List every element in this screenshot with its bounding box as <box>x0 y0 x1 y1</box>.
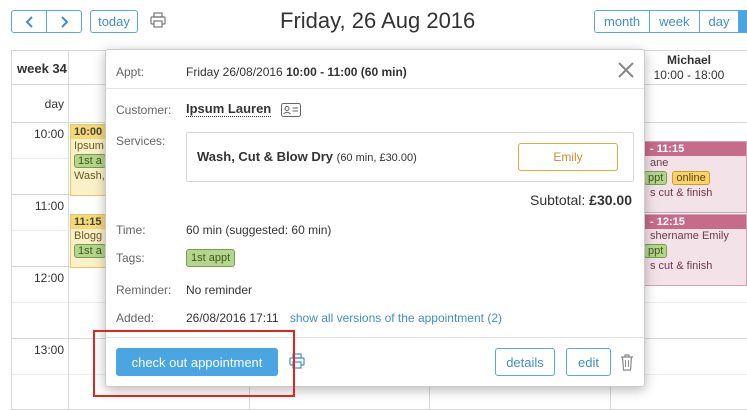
highlight-annotation <box>93 330 295 397</box>
time-label: 13:00 <box>33 343 64 357</box>
appointment-tag: 1st a <box>74 154 106 168</box>
service-meta: (60 min, £30.00) <box>336 152 417 164</box>
service-name-row: Wash, Cut & Blow Dry (60 min, £30.00) <box>197 149 417 164</box>
tags-value: 1st appt <box>186 249 236 267</box>
tag-badge: 1st appt <box>186 249 236 267</box>
today-button[interactable]: today <box>90 10 138 33</box>
date-nav-group <box>11 10 82 33</box>
view-week-button[interactable]: week <box>650 11 700 32</box>
appointment-tag: 1st a <box>74 244 106 258</box>
added-value: 26/08/2016 17:11 show all versions of th… <box>186 311 502 325</box>
subtotal-value: £30.00 <box>589 192 632 208</box>
show-versions-link[interactable]: show all versions of the appointment (2) <box>290 311 502 325</box>
time-label: 10:00 <box>33 127 64 141</box>
tags-label: Tags: <box>116 251 145 265</box>
reminder-label: Reminder: <box>116 283 172 297</box>
appt-date: Friday 26/08/2016 <box>186 65 283 79</box>
grid-line <box>68 50 69 410</box>
customer-value: Ipsum Lauren <box>186 101 301 117</box>
view-day-button[interactable]: day <box>699 11 740 32</box>
service-name: Wash, Cut & Blow Dry <box>197 149 334 164</box>
service-item: Wash, Cut & Blow Dry (60 min, £30.00) Em… <box>186 132 634 182</box>
view-side-by-side-button[interactable]: sid <box>739 11 747 32</box>
all-day-label: day <box>44 97 64 111</box>
subtotal-label: Subtotal: <box>530 192 586 208</box>
week-number: week 34 <box>17 61 67 76</box>
appointment-tag: ppt <box>644 244 668 258</box>
contact-card-icon[interactable] <box>280 102 301 117</box>
appointment-tag: ppt <box>644 171 668 185</box>
print-icon[interactable] <box>150 12 166 28</box>
view-month-button[interactable]: month <box>595 11 651 32</box>
close-icon[interactable] <box>616 60 636 80</box>
divider <box>106 88 644 89</box>
time-label: 11:00 <box>34 199 64 213</box>
chevron-left-icon <box>25 15 33 28</box>
online-tag: online <box>672 171 710 185</box>
appt-time: 10:00 - 11:00 (60 min) <box>286 65 407 79</box>
details-button[interactable]: details <box>495 348 555 376</box>
time-value: 60 min (suggested: 60 min) <box>186 223 332 237</box>
trash-icon[interactable] <box>620 353 634 371</box>
added-datetime: 26/08/2016 17:11 <box>186 311 279 325</box>
next-button[interactable] <box>46 11 81 32</box>
time-label: Time: <box>116 223 146 237</box>
prev-button[interactable] <box>12 11 46 32</box>
time-label: 12:00 <box>33 271 64 285</box>
view-switcher: month week day sid <box>594 10 747 33</box>
added-label: Added: <box>116 311 155 325</box>
edit-button[interactable]: edit <box>566 348 611 376</box>
staff-column-name[interactable]: Michael <box>631 53 747 67</box>
service-staff-button[interactable]: Emily <box>518 143 618 171</box>
appt-datetime: Friday 26/08/2016 10:00 - 11:00 (60 min) <box>186 65 407 79</box>
services-label: Services: <box>116 134 166 148</box>
appt-label: Appt: <box>116 65 145 79</box>
page-title: Friday, 26 Aug 2016 <box>280 8 476 33</box>
customer-label: Customer: <box>116 103 172 117</box>
chevron-right-icon <box>60 15 68 28</box>
reminder-value: No reminder <box>186 283 253 297</box>
staff-column-hours: 10:00 - 18:00 <box>653 68 725 82</box>
subtotal: Subtotal: £30.00 <box>530 192 632 208</box>
customer-name-link[interactable]: Ipsum Lauren <box>186 101 272 117</box>
